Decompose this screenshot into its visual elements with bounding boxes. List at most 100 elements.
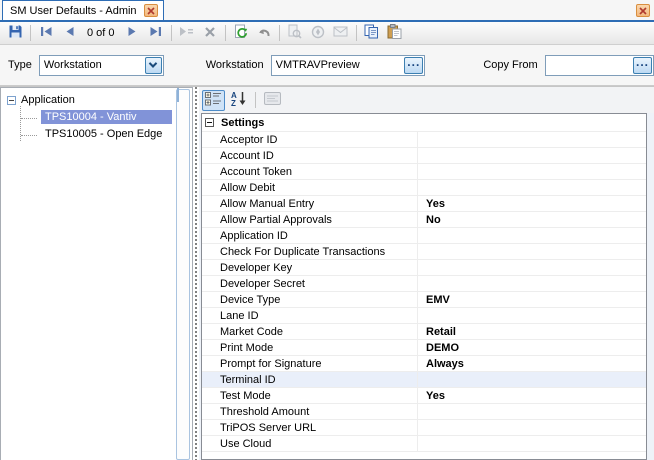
property-row[interactable]: Developer Secret xyxy=(202,276,646,292)
property-name: Test Mode xyxy=(202,388,418,403)
type-combobox-value: Workstation xyxy=(44,59,102,71)
toolbar-separator xyxy=(30,25,31,41)
property-row[interactable]: Allow Debit xyxy=(202,180,646,196)
paste-button[interactable] xyxy=(384,23,406,43)
tree-root-application[interactable]: Application xyxy=(7,94,192,106)
workstation-browse-button[interactable]: ... xyxy=(404,57,423,74)
last-record-button[interactable] xyxy=(145,23,167,43)
category-collapse-icon[interactable] xyxy=(205,118,214,127)
property-value xyxy=(418,148,646,163)
scroll-up-icon xyxy=(177,88,179,102)
refresh-button[interactable] xyxy=(230,23,252,43)
property-name: Terminal ID xyxy=(202,372,418,387)
preview-button[interactable] xyxy=(284,23,306,43)
property-name: Account Token xyxy=(202,164,418,179)
property-name: Account ID xyxy=(202,148,418,163)
last-record-icon xyxy=(149,26,162,40)
property-value: Yes xyxy=(418,388,646,403)
property-row[interactable]: Threshold Amount xyxy=(202,404,646,420)
category-row-settings[interactable]: Settings xyxy=(202,114,646,132)
tab-sm-user-defaults-admin[interactable]: SM User Defaults - Admin xyxy=(2,0,164,20)
toolbar-separator xyxy=(171,25,172,41)
paste-icon xyxy=(387,24,402,42)
undo-button[interactable] xyxy=(253,23,275,43)
workstation-input[interactable] xyxy=(272,56,425,75)
delete-record-button[interactable] xyxy=(199,23,221,43)
delete-record-icon xyxy=(204,26,216,41)
property-name: Acceptor ID xyxy=(202,132,418,147)
toolbar-separator xyxy=(255,92,256,108)
property-value xyxy=(418,164,646,179)
first-record-button[interactable] xyxy=(35,23,57,43)
copy-from-field: ... xyxy=(545,55,654,76)
property-name: Use Cloud xyxy=(202,436,418,451)
property-pages-button[interactable] xyxy=(261,90,284,111)
property-name: Threshold Amount xyxy=(202,404,418,419)
copy-icon xyxy=(364,24,379,42)
property-row[interactable]: Market CodeRetail xyxy=(202,324,646,340)
property-row[interactable]: Use Cloud xyxy=(202,436,646,452)
undo-icon xyxy=(256,26,271,41)
property-pages-icon xyxy=(264,92,281,108)
property-row[interactable]: Check For Duplicate Transactions xyxy=(202,244,646,260)
record-counter: 0 of 0 xyxy=(81,27,121,39)
property-value: Yes xyxy=(418,196,646,211)
copy-from-browse-button[interactable]: ... xyxy=(633,57,652,74)
property-value xyxy=(418,404,646,419)
tabbar-close-icon[interactable] xyxy=(636,4,650,17)
next-record-icon xyxy=(127,26,138,40)
property-row[interactable]: Allow Partial ApprovalsNo xyxy=(202,212,646,228)
property-row[interactable]: TriPOS Server URL xyxy=(202,420,646,436)
property-row[interactable]: Terminal ID xyxy=(202,372,646,388)
tree-vertical-scrollbar[interactable] xyxy=(176,89,190,460)
help-button[interactable] xyxy=(307,23,329,43)
property-name: Developer Key xyxy=(202,260,418,275)
workstation-field: ... xyxy=(271,55,426,76)
property-value xyxy=(418,180,646,195)
copy-button[interactable] xyxy=(361,23,383,43)
ellipsis-icon: ... xyxy=(636,58,649,67)
property-row[interactable]: Application ID xyxy=(202,228,646,244)
main-area: Application TPS10004 - Vantiv TPS10005 - … xyxy=(0,86,654,460)
property-value: EMV xyxy=(418,292,646,307)
property-grid-toolbar: A Z xyxy=(199,87,654,113)
email-button[interactable] xyxy=(330,23,352,43)
type-dropdown-button[interactable] xyxy=(145,57,162,74)
tree-item[interactable]: TPS10005 - Open Edge xyxy=(41,127,172,141)
header-form: Type Workstation Workstation ... Copy Fr… xyxy=(0,45,654,86)
property-value xyxy=(418,260,646,275)
property-row[interactable]: Print ModeDEMO xyxy=(202,340,646,356)
property-name: TriPOS Server URL xyxy=(202,420,418,435)
property-value: Always xyxy=(418,356,646,371)
type-combobox[interactable]: Workstation xyxy=(39,55,164,76)
property-row[interactable]: Prompt for SignatureAlways xyxy=(202,356,646,372)
property-row[interactable]: Allow Manual EntryYes xyxy=(202,196,646,212)
property-name: Market Code xyxy=(202,324,418,339)
property-row[interactable]: Test ModeYes xyxy=(202,388,646,404)
property-value xyxy=(418,228,646,243)
property-row[interactable]: Developer Key xyxy=(202,260,646,276)
save-icon xyxy=(8,24,23,42)
post-record-button[interactable] xyxy=(176,23,198,43)
property-row[interactable]: Device TypeEMV xyxy=(202,292,646,308)
property-row[interactable]: Account ID xyxy=(202,148,646,164)
copy-from-label: Copy From xyxy=(483,59,537,71)
tab-close-icon[interactable] xyxy=(144,4,158,17)
property-row[interactable]: Acceptor ID xyxy=(202,132,646,148)
tree-item[interactable]: TPS10004 - Vantiv xyxy=(41,110,172,124)
property-name: Allow Partial Approvals xyxy=(202,212,418,227)
property-value xyxy=(418,276,646,291)
property-row[interactable]: Lane ID xyxy=(202,308,646,324)
next-record-button[interactable] xyxy=(122,23,144,43)
previous-record-button[interactable] xyxy=(58,23,80,43)
main-toolbar: 0 of 0 xyxy=(0,22,654,45)
save-button[interactable] xyxy=(4,23,26,43)
collapse-expander-icon[interactable] xyxy=(7,96,16,105)
alphabetical-sort-button[interactable]: A Z xyxy=(227,90,250,111)
property-name: Application ID xyxy=(202,228,418,243)
tab-title: SM User Defaults - Admin xyxy=(10,5,137,17)
categorized-view-button[interactable] xyxy=(202,90,225,111)
refresh-icon xyxy=(233,24,249,42)
property-row[interactable]: Account Token xyxy=(202,164,646,180)
first-record-icon xyxy=(40,26,53,40)
